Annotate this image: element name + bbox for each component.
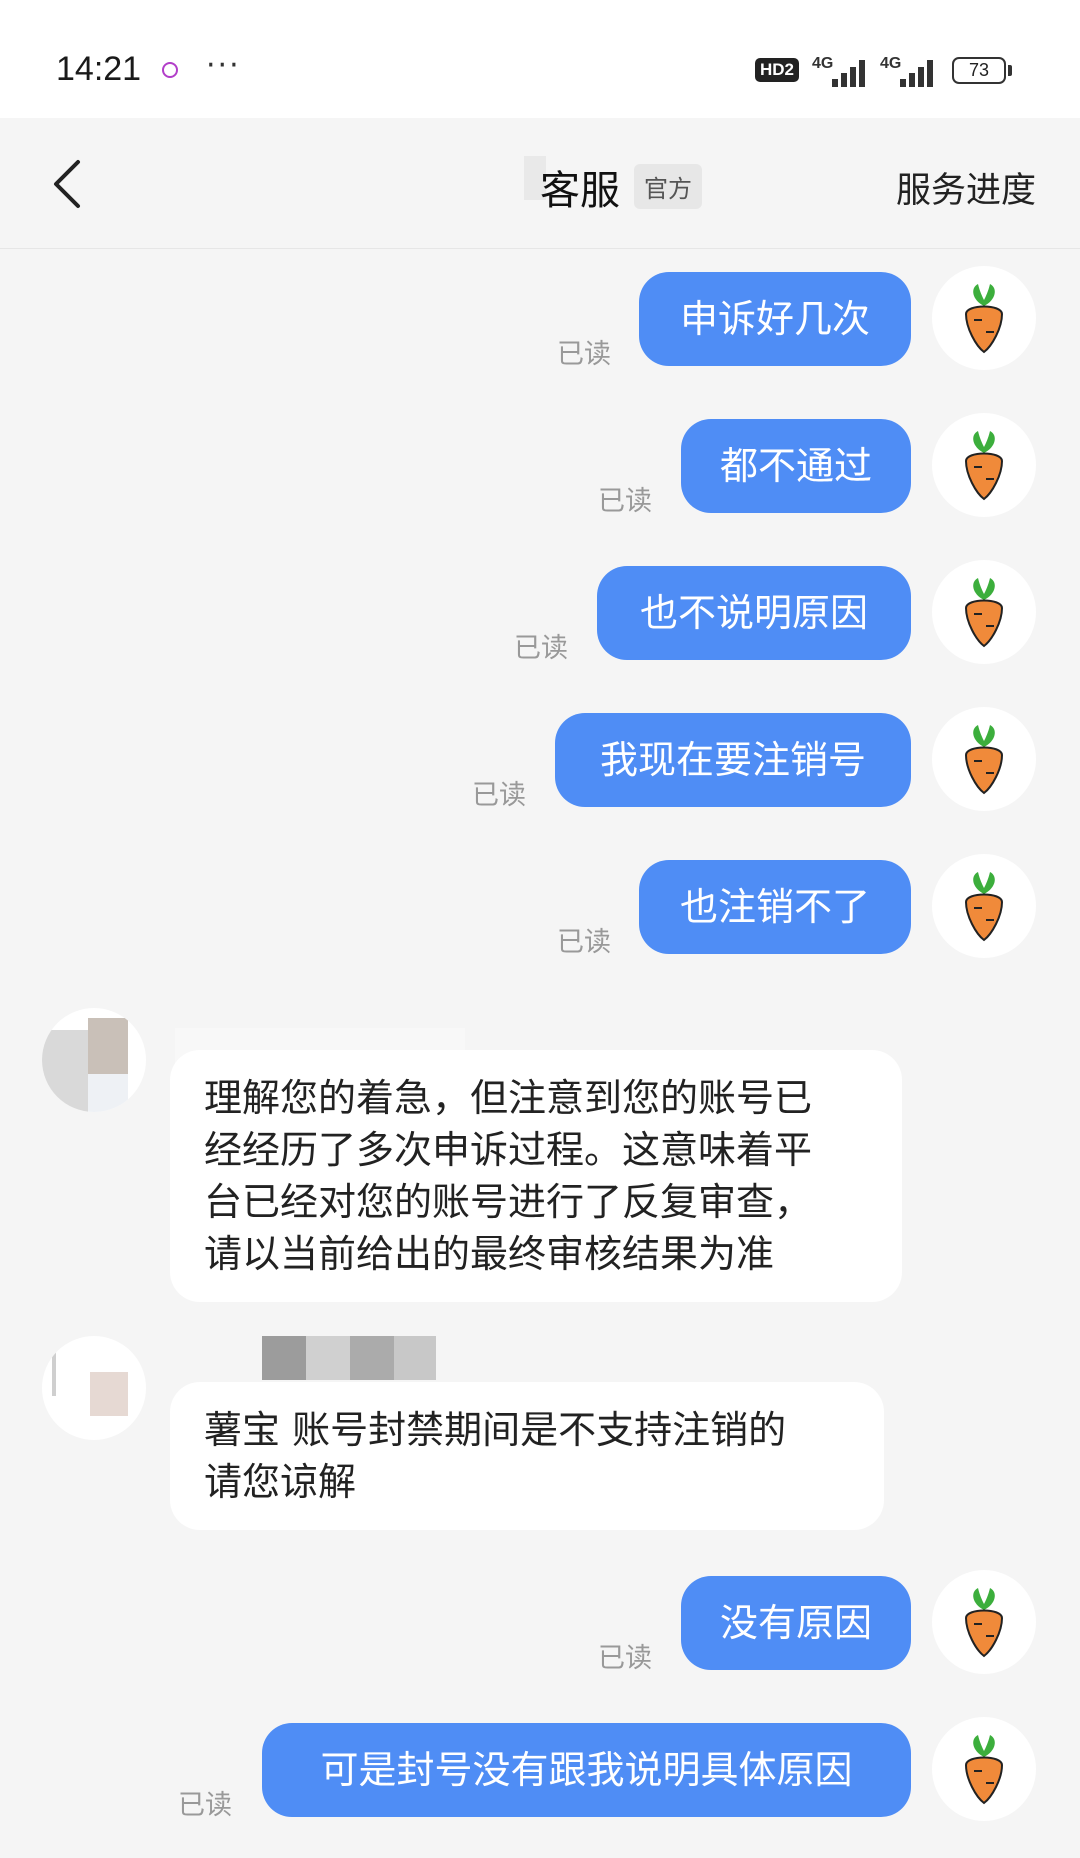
agent-name-redaction <box>394 1336 436 1380</box>
hd-voice-icon: HD2 <box>755 58 800 82</box>
status-bar: 14:21 ··· HD2 4G 4G 73 <box>0 0 1080 118</box>
read-receipt: 已读 <box>178 1790 232 1821</box>
outgoing-message-bubble[interactable]: 可是封号没有跟我说明具体原因 <box>262 1723 911 1817</box>
carrot-icon[interactable] <box>932 707 1036 811</box>
carrot-icon[interactable] <box>932 560 1036 664</box>
chat-header: 客服 官方 服务进度 <box>0 118 1080 249</box>
outgoing-message-bubble[interactable]: 都不通过 <box>681 419 911 513</box>
agent-name-redaction <box>306 1336 350 1380</box>
carrot-icon[interactable] <box>932 413 1036 517</box>
more-notifications-icon: ··· <box>206 48 241 83</box>
battery-icon: 73 <box>952 57 1006 84</box>
agent-avatar[interactable] <box>42 1336 146 1440</box>
incoming-message-bubble[interactable]: 薯宝 账号封禁期间是不支持注销的 请您谅解 <box>170 1382 884 1530</box>
service-progress-link[interactable]: 服务进度 <box>896 162 1036 213</box>
signal-icon <box>832 57 872 87</box>
battery-tip <box>1008 65 1012 76</box>
read-receipt: 已读 <box>598 1643 652 1674</box>
network-type-1: 4G <box>812 55 834 72</box>
read-receipt: 已读 <box>514 633 568 664</box>
agent-name-redaction <box>350 1336 394 1380</box>
carrot-icon[interactable] <box>932 1717 1036 1821</box>
read-receipt: 已读 <box>472 780 526 811</box>
network-type-2: 4G <box>880 55 902 72</box>
outgoing-message-bubble[interactable]: 也不说明原因 <box>597 566 911 660</box>
signal-icon-2 <box>900 57 940 87</box>
alarm-icon <box>162 62 178 78</box>
read-receipt: 已读 <box>557 339 611 370</box>
status-time: 14:21 <box>56 50 142 88</box>
agent-avatar[interactable] <box>42 1008 146 1112</box>
official-badge: 官方 <box>634 164 702 209</box>
page-title: 客服 <box>540 168 620 214</box>
carrot-icon[interactable] <box>932 854 1036 958</box>
outgoing-message-bubble[interactable]: 也注销不了 <box>639 860 911 954</box>
chevron-left-icon[interactable] <box>48 158 92 208</box>
read-receipt: 已读 <box>598 486 652 517</box>
outgoing-message-bubble[interactable]: 没有原因 <box>681 1576 911 1670</box>
agent-name-redaction <box>262 1336 306 1380</box>
outgoing-message-bubble[interactable]: 我现在要注销号 <box>555 713 911 807</box>
carrot-icon[interactable] <box>932 266 1036 370</box>
read-receipt: 已读 <box>557 927 611 958</box>
carrot-icon[interactable] <box>932 1570 1036 1674</box>
incoming-message-bubble[interactable]: 理解您的着急，但注意到您的账号已 经经历了多次申诉过程。这意味着平 台已经对您的… <box>170 1050 902 1302</box>
outgoing-message-bubble[interactable]: 申诉好几次 <box>639 272 911 366</box>
